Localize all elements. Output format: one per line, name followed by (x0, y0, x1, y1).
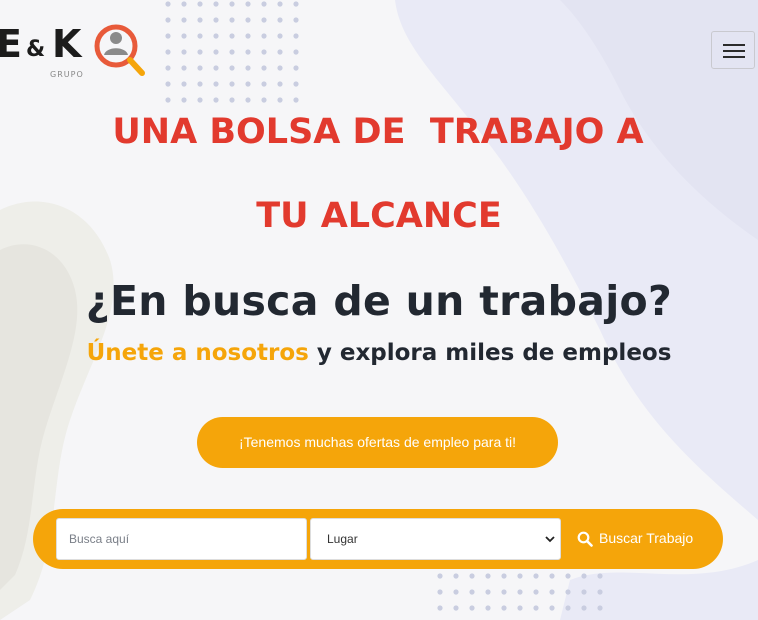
decor-dot (181, 97, 187, 103)
decor-dot (293, 97, 299, 103)
search-jobs-button-label: Buscar Trabajo (599, 530, 694, 546)
decor-dot (261, 97, 267, 103)
search-input[interactable] (56, 518, 307, 560)
decor-dot (229, 97, 235, 103)
decor-dot (581, 589, 587, 595)
decor-dot (213, 97, 219, 103)
hamburger-icon-bar (723, 50, 745, 52)
decor-dot (565, 589, 571, 595)
decor-dot (245, 97, 251, 103)
site-header: E & K GRUPO (0, 0, 758, 92)
decor-dot (453, 589, 459, 595)
tagline-highlight: Únete a nosotros (86, 340, 309, 366)
decor-dot (453, 605, 459, 611)
decor-dot (597, 589, 603, 595)
hero-tagline: Únete a nosotros y explora miles de empl… (0, 338, 758, 368)
hero-title-line1: UNA BOLSA DE TRABAJO A (112, 112, 644, 152)
decor-dot (453, 573, 459, 579)
decor-dot (277, 97, 283, 103)
decor-dot (437, 589, 443, 595)
logo-letter-e: E (0, 22, 22, 66)
search-icon (577, 531, 593, 547)
decor-dot (549, 589, 555, 595)
decor-dot (469, 589, 475, 595)
decor-dot (437, 605, 443, 611)
hero-title-line2: TU ALCANCE (256, 196, 502, 236)
magnifier-person-icon (94, 24, 145, 76)
logo-letter-k: K (52, 22, 82, 66)
decor-dot (197, 97, 203, 103)
decor-dot (485, 589, 491, 595)
logo-subtext: GRUPO (50, 70, 84, 79)
decor-dot (597, 605, 603, 611)
decor-dot (517, 573, 523, 579)
decor-dot (501, 605, 507, 611)
decor-dot (485, 573, 491, 579)
decor-dot (565, 605, 571, 611)
decor-dot (165, 97, 171, 103)
tagline-rest: y explora miles de empleos (308, 340, 672, 366)
decor-dot (501, 589, 507, 595)
brand-logo[interactable]: E & K GRUPO (0, 22, 156, 82)
logo-ampersand: & (26, 37, 46, 62)
decor-dot (501, 573, 507, 579)
decor-dot (549, 573, 555, 579)
search-jobs-button[interactable]: Buscar Trabajo (571, 518, 711, 560)
job-search-bar: Lugar Buscar Trabajo (33, 509, 723, 569)
chevron-down-icon (545, 536, 555, 543)
decor-dot (533, 573, 539, 579)
decor-dot (597, 573, 603, 579)
decor-dot (533, 605, 539, 611)
decor-dot (485, 605, 491, 611)
decor-dot (581, 573, 587, 579)
decor-dot (517, 605, 523, 611)
decor-dot (533, 589, 539, 595)
hero-subtitle: ¿En busca de un trabajo? (85, 277, 673, 325)
decor-dot (581, 605, 587, 611)
location-select-value: Lugar (327, 532, 358, 546)
decor-dot (549, 605, 555, 611)
decor-dot (469, 605, 475, 611)
decor-dot (469, 573, 475, 579)
decor-dot (565, 573, 571, 579)
offers-button[interactable]: ¡Tenemos muchas ofertas de empleo para t… (197, 417, 558, 468)
hamburger-icon (723, 44, 745, 46)
decor-dot (437, 573, 443, 579)
location-select[interactable]: Lugar (310, 518, 561, 560)
hamburger-icon-bar (723, 56, 745, 58)
hamburger-menu-button[interactable] (711, 31, 755, 69)
decor-dot (517, 589, 523, 595)
